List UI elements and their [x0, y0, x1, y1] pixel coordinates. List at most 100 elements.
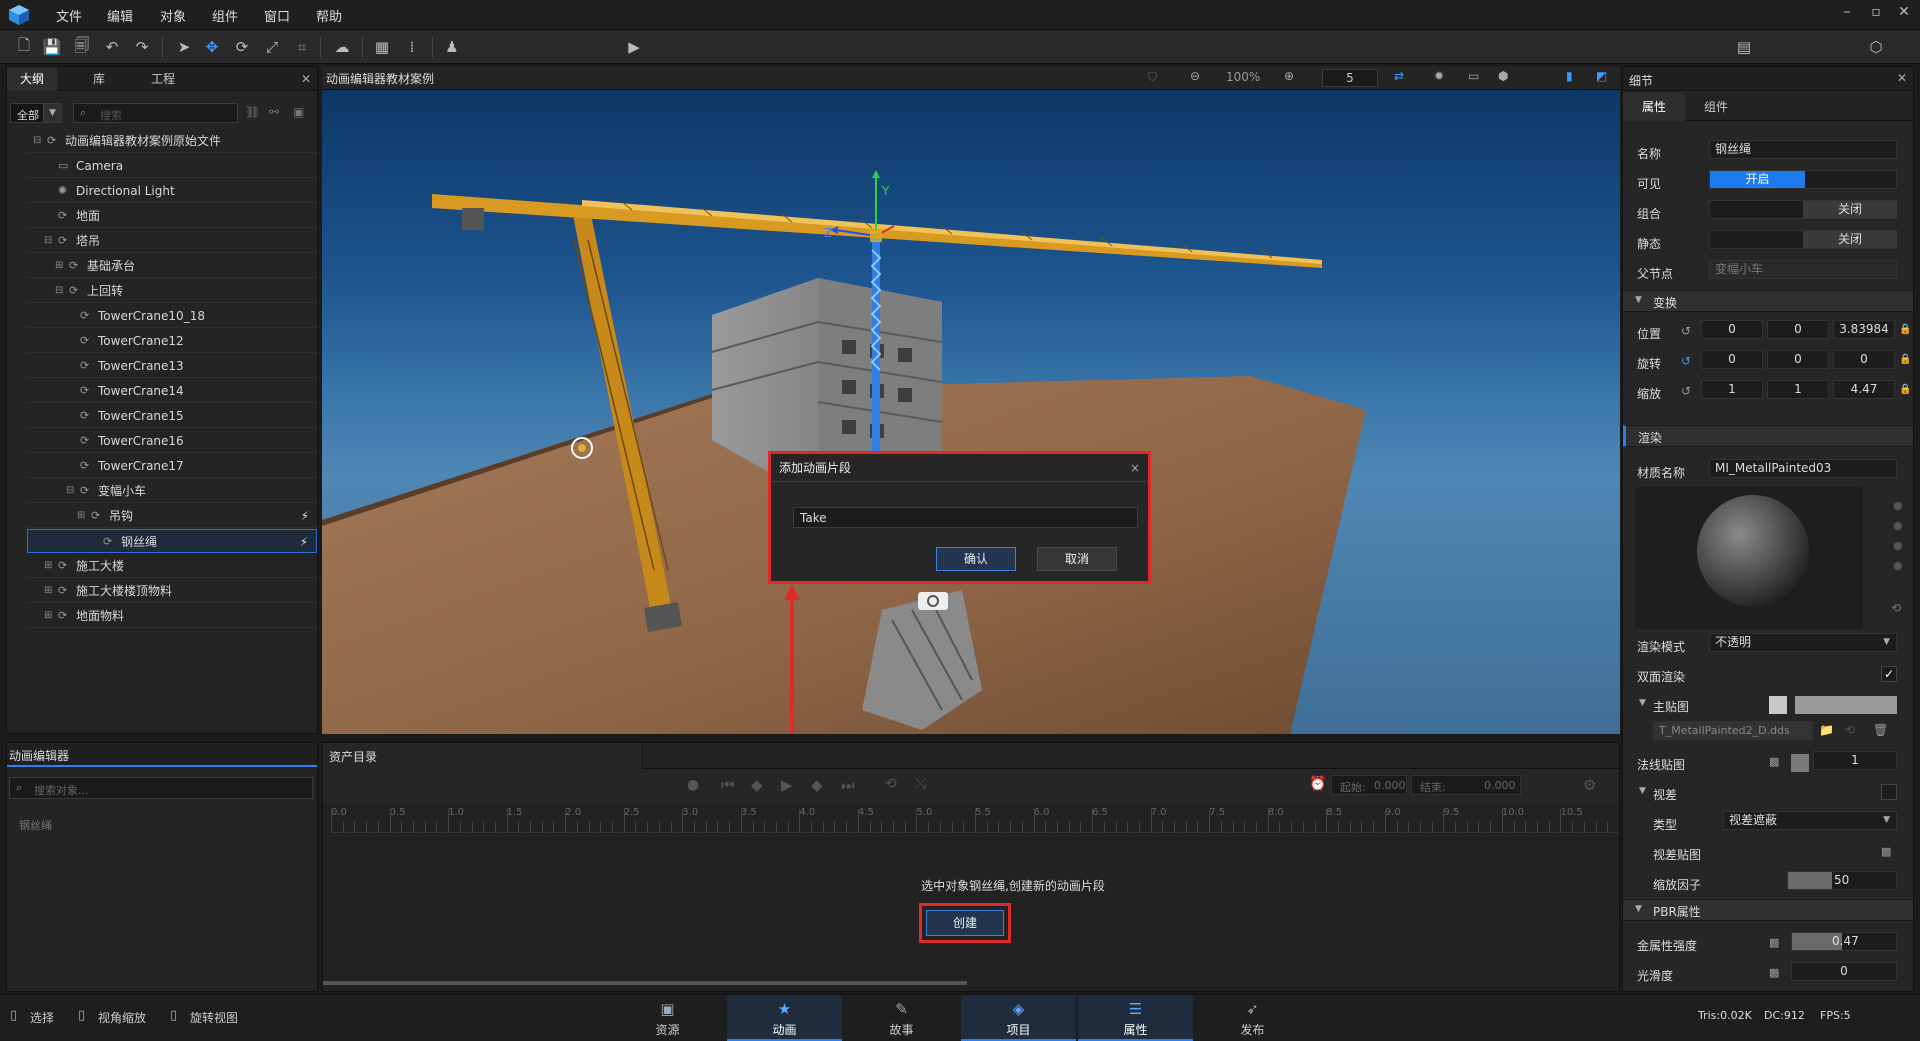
rotation-y[interactable]: 0 — [1767, 350, 1829, 369]
settings-hex-icon[interactable]: ⬡ — [1864, 35, 1888, 59]
tree-item[interactable]: ⟳ TowerCrane13 — [27, 354, 317, 378]
scene-viewport[interactable]: Y Z — [322, 90, 1620, 734]
zoom-in-icon[interactable]: ⊕ — [1284, 69, 1294, 83]
horizontal-scrollbar[interactable] — [323, 981, 967, 985]
record-icon[interactable]: ● — [687, 777, 699, 793]
select-arrow-icon[interactable]: ➤ — [172, 35, 196, 59]
render-mode-dropdown[interactable]: 不透明 ▼ — [1709, 633, 1897, 652]
tree-item[interactable]: ▭ Camera — [27, 154, 317, 178]
pbr-section[interactable]: ▼ PBR属性 — [1623, 899, 1913, 921]
visible-toggle[interactable]: 开启 — [1709, 170, 1897, 189]
multi-view-icon[interactable]: ◩ — [1596, 69, 1607, 83]
timeline-ruler[interactable]: 0.0 0.5 1.0 1.5 2.0 2.5 3.0 3.5 4.0 4.5 5.0 5.5 6.0 6… — [331, 805, 1619, 833]
collapse-icon[interactable]: ⊟ — [66, 479, 74, 503]
skip-end-icon[interactable]: ⏭ — [841, 776, 855, 794]
gear-icon[interactable]: ⚙ — [1583, 776, 1596, 794]
mode-zoom[interactable]: 视角缩放 — [98, 1009, 146, 1026]
scale-tool-icon[interactable]: ⤢ — [260, 35, 284, 59]
cancel-button[interactable]: 取消 — [1037, 547, 1117, 571]
reset-icon[interactable]: ↺ — [1681, 354, 1691, 368]
lock-icon[interactable]: 🔒 — [1899, 324, 1911, 335]
workspace-tab[interactable]: ➶ 发布 — [1195, 995, 1310, 1041]
refresh-icon[interactable]: ⟲ — [1845, 723, 1855, 737]
scale-z[interactable]: 4.47 — [1833, 380, 1895, 399]
collapse-triangle-icon[interactable]: ▼ — [1639, 786, 1646, 796]
tab-outline[interactable]: 大纲 — [7, 67, 57, 91]
color-bar[interactable] — [1795, 696, 1897, 714]
parallax-checkbox[interactable] — [1881, 784, 1897, 800]
tree-item[interactable]: ⟳ TowerCrane12 — [27, 329, 317, 353]
expand-icon[interactable]: ⊞ — [44, 579, 52, 603]
tree-item[interactable]: ⊟ ⟳ 变幅小车 — [27, 479, 317, 503]
smoothness-value[interactable]: 0 — [1791, 962, 1897, 981]
texture-icon[interactable]: ▩ — [1881, 845, 1891, 858]
animation-flag-icon[interactable]: ⚡ — [300, 530, 308, 554]
folder-icon[interactable]: 📁 — [1819, 723, 1834, 737]
scale-x[interactable]: 1 — [1701, 380, 1763, 399]
zoom-out-icon[interactable]: ⊖ — [1190, 69, 1200, 83]
tree-item[interactable]: ⟳ TowerCrane15 — [27, 404, 317, 428]
menu-file[interactable]: 文件 — [56, 6, 82, 25]
menu-help[interactable]: 帮助 — [316, 6, 342, 25]
mode-select[interactable]: 选择 — [30, 1009, 54, 1026]
expand-icon[interactable]: ⊞ — [44, 604, 52, 628]
coordinate-icon[interactable]: ⌗ — [290, 35, 314, 59]
collapse-icon[interactable]: ⊟ — [55, 279, 63, 303]
folder-icon[interactable]: ▣ — [293, 105, 304, 119]
tree-item[interactable]: ⟳ TowerCrane14 — [27, 379, 317, 403]
unlink-icon[interactable]: ⚯ — [269, 105, 279, 119]
restore-icon[interactable]: ▫ — [1864, 4, 1888, 20]
transform-section[interactable]: ▼ 变换 — [1623, 290, 1913, 312]
shield-icon[interactable]: ⛉ — [1148, 70, 1157, 85]
menu-component[interactable]: 组件 — [212, 6, 238, 25]
end-time-field[interactable]: 结束: 0.000 — [1411, 775, 1521, 795]
start-time-field[interactable]: 起始: 0.000 — [1331, 775, 1407, 795]
preview-cube-icon[interactable]: ● — [1893, 519, 1903, 532]
collapse-triangle-icon[interactable]: ▼ — [1639, 698, 1646, 708]
user-icon[interactable]: ♟ — [440, 35, 464, 59]
preview-cylinder-icon[interactable]: ● — [1893, 559, 1903, 572]
play-icon[interactable]: ▶ — [781, 776, 793, 794]
lock-icon[interactable]: 🔒 — [1899, 354, 1911, 365]
reset-icon[interactable]: ↺ — [1681, 324, 1691, 338]
rotation-x[interactable]: 0 — [1701, 350, 1763, 369]
loop-icon[interactable]: ⟲ — [885, 776, 897, 792]
group-toggle[interactable]: 关闭 — [1709, 200, 1897, 219]
grid-icon[interactable]: ▦ — [370, 35, 394, 59]
expand-icon[interactable]: ⊞ — [44, 554, 52, 578]
curve-icon[interactable]: ⤯ — [915, 776, 926, 792]
new-file-icon[interactable]: 🗋 — [12, 35, 36, 59]
workspace-tab[interactable]: ☰ 属性 — [1078, 995, 1193, 1041]
tree-item[interactable]: ✺ Directional Light — [27, 179, 317, 203]
color-swatch[interactable] — [1769, 696, 1787, 714]
close-icon[interactable]: ✕ — [1892, 4, 1916, 20]
rotate-tool-icon[interactable]: ⟳ — [230, 35, 254, 59]
tree-item[interactable]: ⊟ ⟳ 上回转 — [27, 279, 317, 303]
workspace-tab[interactable]: ✎ 故事 — [844, 995, 959, 1041]
name-field[interactable]: 钢丝绳 — [1709, 140, 1897, 159]
tree-item[interactable]: ⟳ TowerCrane17 — [27, 454, 317, 478]
tab-project[interactable]: 工程 — [131, 67, 195, 91]
camera-icon[interactable]: ▭ — [1468, 69, 1479, 83]
menu-object[interactable]: 对象 — [160, 6, 186, 25]
normal-map-value[interactable]: 1 — [1813, 751, 1897, 770]
expand-icon[interactable]: ⊞ — [55, 254, 63, 278]
save-icon[interactable]: 💾 — [40, 35, 64, 59]
scale-y[interactable]: 1 — [1767, 380, 1829, 399]
rotation-z[interactable]: 0 — [1833, 350, 1895, 369]
animation-flag-icon[interactable]: ⚡ — [301, 504, 309, 528]
position-y[interactable]: 0 — [1767, 320, 1829, 339]
close-icon[interactable]: ✕ — [295, 67, 317, 91]
link-icon[interactable]: ⛓ — [245, 105, 260, 119]
confirm-button[interactable]: 确认 — [936, 547, 1016, 571]
tab-library[interactable]: 库 — [69, 67, 129, 91]
tree-item[interactable]: ⟳ TowerCrane10_18 — [27, 304, 317, 328]
next-key-icon[interactable]: ◆ — [811, 776, 823, 794]
close-icon[interactable]: × — [1130, 454, 1140, 482]
workspace-tab[interactable]: ★ 动画 — [727, 995, 842, 1041]
cube-icon[interactable]: ⬢ — [1498, 69, 1508, 83]
workspace-tab[interactable]: ▣ 资源 — [610, 995, 725, 1041]
tab-properties[interactable]: 属性 — [1623, 93, 1685, 121]
create-button[interactable]: 创建 — [926, 910, 1004, 936]
play-icon[interactable]: ▶ — [622, 35, 646, 59]
